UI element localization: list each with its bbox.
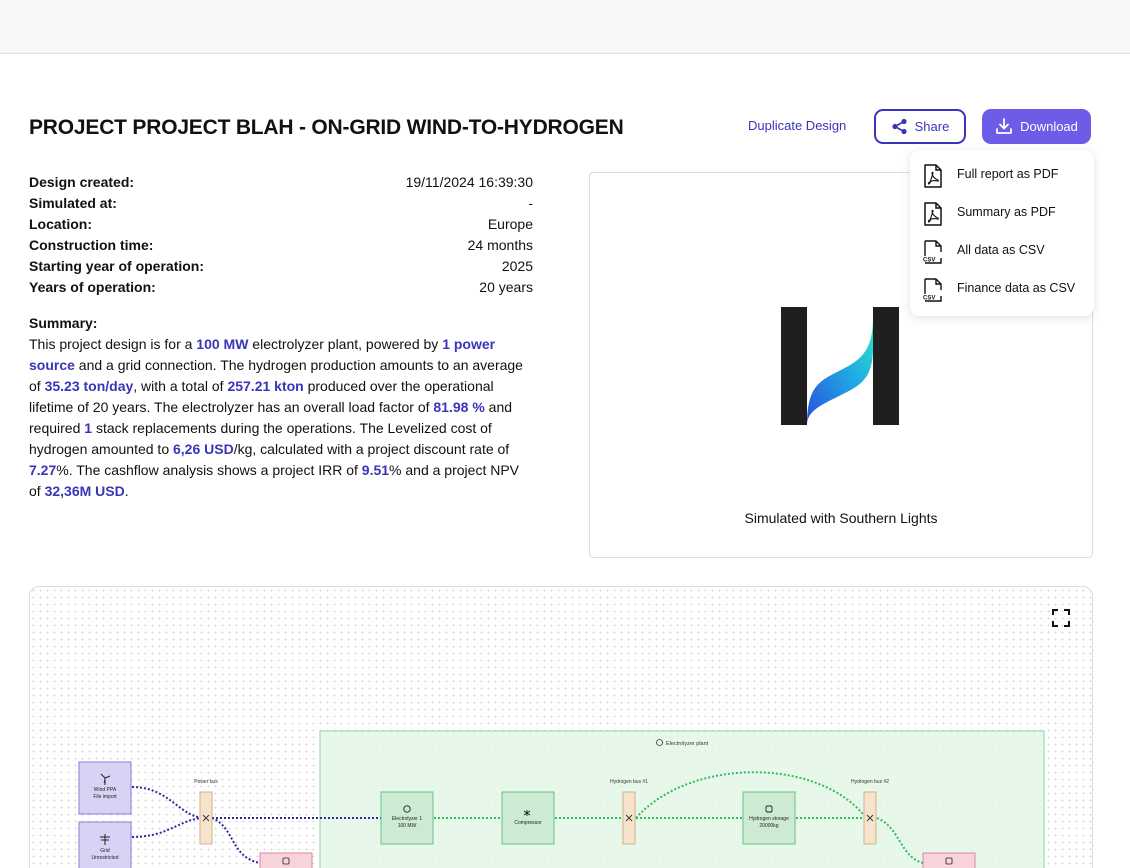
download-button-label: Download [1020,119,1078,134]
summary-text: This project design is for a 100 MW elec… [29,336,523,499]
svg-text:Unrestricted: Unrestricted [92,855,119,861]
power-bus-label: Power bus [194,779,218,785]
meta-value: 19/11/2024 16:39:30 [405,174,533,190]
menu-item-label: Summary as PDF [957,205,1056,219]
summary-npv-value: 32,36M USD [44,483,125,499]
node-grid[interactable]: Grid Unrestricted [78,821,132,868]
svg-text:Hydrogen storage: Hydrogen storage [749,816,789,822]
summary-lcoh-value: 6,26 USD [173,441,234,457]
meta-key: Years of operation: [29,279,156,295]
share-icon [892,118,907,135]
meta-row-design-created: Design created: 19/11/2024 16:39:30 [29,173,533,194]
meta-row-years-of-operation: Years of operation: 20 years [29,278,533,299]
meta-value: 20 years [479,279,533,295]
download-all-data-csv[interactable]: CSV All data as CSV [910,234,1094,268]
pdf-icon [924,202,942,226]
logo-caption: Simulated with Southern Lights [744,510,938,526]
node-hydrogen-offtake[interactable] [922,852,976,868]
system-diagram-canvas[interactable]: Electrolyzer plant Wind PPA File import [29,586,1093,868]
menu-item-label: All data as CSV [957,243,1045,257]
node-hydrogen-bus-2[interactable] [863,791,877,845]
summary-daily-production-value: 35.23 ton/day [44,378,134,394]
project-summary: Summary: This project design is for a 10… [29,313,533,502]
pdf-icon [924,164,942,188]
node-wind-ppa[interactable]: Wind PPA File import [78,761,132,815]
summary-heading: Summary: [29,315,98,331]
h2-bus2-label: Hydrogen bus #2 [851,779,889,785]
meta-key: Location: [29,216,92,232]
download-button[interactable]: Download [982,109,1091,144]
meta-value: - [528,195,533,211]
svg-text:CSV: CSV [923,258,935,264]
link-wind-to-power-bus [131,786,206,819]
summary-load-factor-value: 81.98 % [433,399,485,415]
download-icon [996,118,1012,134]
meta-key: Starting year of operation: [29,258,205,274]
duplicate-design-button[interactable]: Duplicate Design [748,118,846,133]
summary-total-production-value: 257.21 kton [227,378,304,394]
meta-value: 2025 [501,258,533,274]
southern-lights-logo [781,307,899,425]
csv-icon: CSV [923,278,942,302]
link-grid-to-power-bus [131,817,206,838]
meta-value: 24 months [467,237,533,253]
menu-item-label: Finance data as CSV [957,281,1076,295]
meta-key: Simulated at: [29,195,117,211]
node-electrolyzer[interactable]: Electrolyzer 1 100 MW [380,791,434,845]
h2-bus1-label: Hydrogen bus #1 [610,779,648,785]
meta-key: Construction time: [29,237,154,253]
meta-row-starting-year: Starting year of operation: 2025 [29,257,533,278]
node-hydrogen-storage[interactable]: Hydrogen storage 20000kg [742,791,796,845]
svg-text:Compressor: Compressor [514,820,542,826]
download-finance-data-csv[interactable]: CSV Finance data as CSV [910,272,1094,306]
node-compressor[interactable]: Compressor [501,791,555,845]
summary-irr-value: 9.51 [361,462,390,478]
summary-stack-replacements-value: 1 [84,420,93,436]
svg-text:Grid: Grid [100,848,110,854]
menu-item-label: Full report as PDF [957,167,1059,181]
svg-text:Wind PPA: Wind PPA [94,787,117,793]
summary-discount-rate-value: 7.27 [29,462,57,478]
svg-text:CSV: CSV [923,296,935,302]
download-summary-pdf[interactable]: Summary as PDF [910,196,1094,230]
node-power-bus[interactable] [199,791,213,845]
design-metadata: Design created: 19/11/2024 16:39:30 Simu… [29,173,533,299]
svg-text:Electrolyzer 1: Electrolyzer 1 [392,816,423,822]
meta-row-location: Location: Europe [29,215,533,236]
share-button[interactable]: Share [874,109,966,144]
summary-capacity-value: 100 MW [196,336,249,352]
node-hydrogen-bus-1[interactable] [622,791,636,845]
page-title: PROJECT PROJECT BLAH - ON-GRID WIND-TO-H… [29,116,624,139]
share-button-label: Share [914,119,950,134]
node-power-sink[interactable] [259,852,313,868]
meta-row-simulated-at: Simulated at: - [29,194,533,215]
download-menu: Full report as PDF Summary as PDF CSV Al… [910,150,1094,316]
plant-label: Electrolyzer plant [666,741,709,747]
top-navigation-bar [0,0,1130,54]
meta-row-construction-time: Construction time: 24 months [29,236,533,257]
link-power-bus-to-sink [211,817,261,864]
csv-icon: CSV [923,240,942,264]
svg-text:100 MW: 100 MW [398,823,417,829]
diagram-graph: Electrolyzer plant Wind PPA File import [78,730,1045,868]
download-full-report-pdf[interactable]: Full report as PDF [910,158,1094,192]
svg-text:20000kg: 20000kg [759,823,778,829]
svg-text:File import: File import [93,794,117,800]
meta-value: Europe [487,216,533,232]
meta-key: Design created: [29,174,135,190]
